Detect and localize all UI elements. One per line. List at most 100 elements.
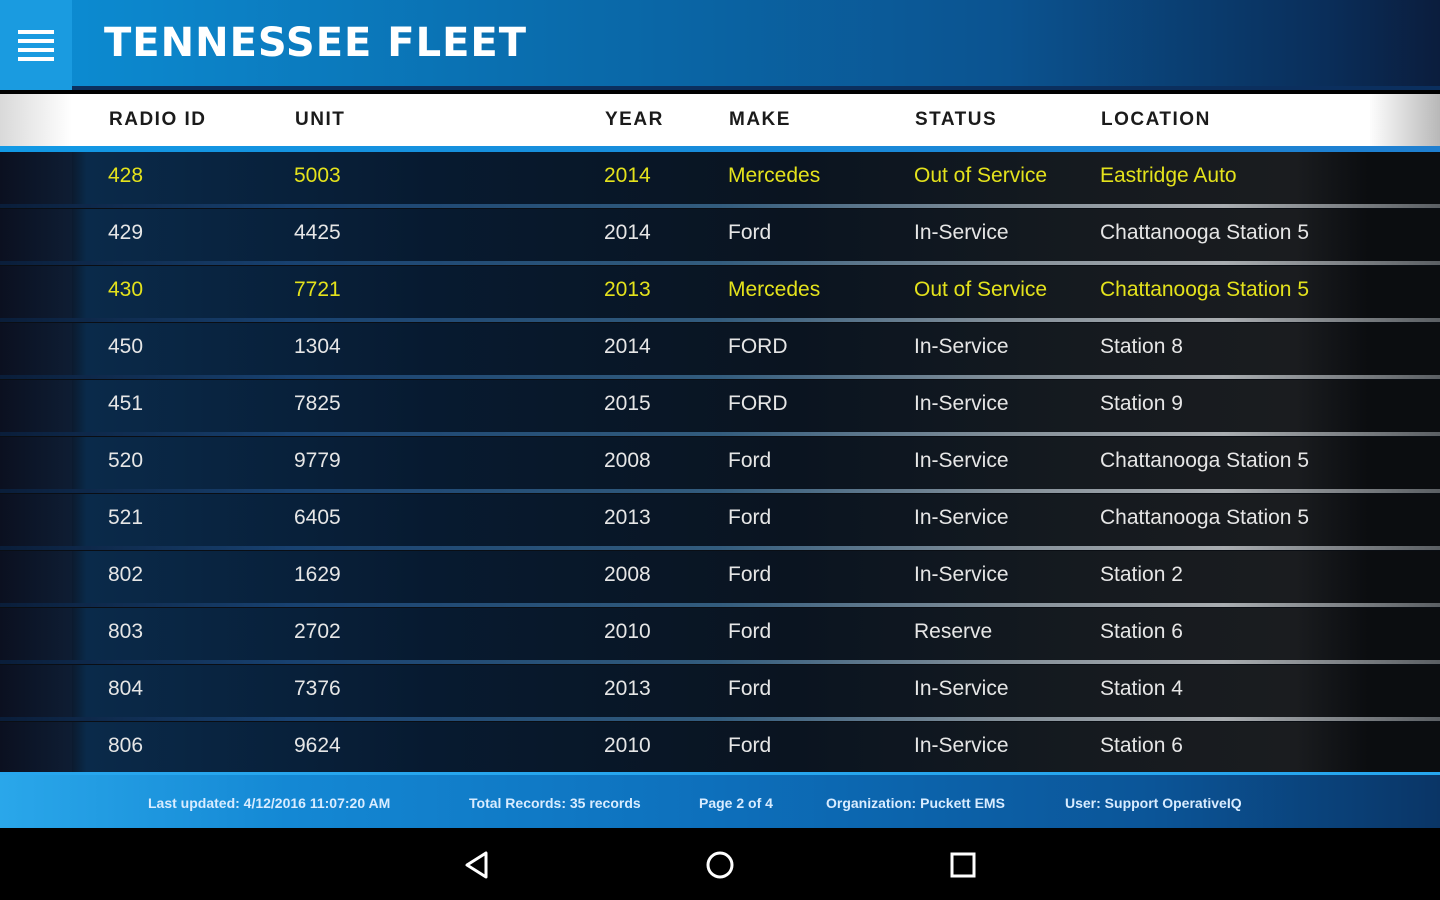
cell-radio-id: 521 [108, 506, 144, 529]
cell-make: Ford [728, 506, 772, 529]
cell-make: Ford [728, 734, 772, 757]
fleet-table: 428 5003 2014 Mercedes Out of Service Eastrid… [0, 152, 1440, 774]
cell-year: 2014 [604, 164, 651, 187]
cell-unit: 5003 [294, 164, 341, 187]
cell-radio-id: 428 [108, 164, 144, 187]
cell-year: 2008 [604, 563, 651, 586]
cell-radio-id: 802 [108, 563, 144, 586]
cell-status: In-Service [914, 335, 1009, 358]
table-row[interactable]: 520 9779 2008 Ford In-Service Chattanooga Sta… [0, 437, 1440, 489]
cell-make: Ford [728, 620, 772, 643]
cell-unit: 6405 [294, 506, 341, 529]
cell-location: Chattanooga Station 5 [1100, 506, 1309, 529]
column-header-make[interactable]: MAKE [729, 109, 791, 131]
cell-radio-id: 803 [108, 620, 144, 643]
column-header-unit[interactable]: UNIT [295, 109, 345, 131]
page-indicator: Page 2 of 4 [699, 795, 773, 811]
cell-status: In-Service [914, 563, 1009, 586]
row-divider [0, 603, 1440, 607]
cell-make: Ford [728, 221, 772, 244]
row-divider [0, 432, 1440, 436]
cell-make: FORD [728, 392, 788, 415]
cell-make: Mercedes [728, 278, 821, 301]
table-row[interactable]: 428 5003 2014 Mercedes Out of Service Eastrid… [0, 152, 1440, 204]
cell-status: In-Service [914, 221, 1009, 244]
home-circle-icon[interactable] [703, 848, 737, 882]
table-row[interactable]: 430 7721 2013 Mercedes Out of Service Chattan… [0, 266, 1440, 318]
column-header-year[interactable]: YEAR [605, 109, 664, 131]
cell-year: 2008 [604, 449, 651, 472]
cell-radio-id: 451 [108, 392, 144, 415]
row-divider [0, 261, 1440, 265]
cell-location: Chattanooga Station 5 [1100, 449, 1309, 472]
cell-location: Station 9 [1100, 392, 1183, 415]
table-row[interactable]: 429 4425 2014 Ford In-Service Chattanooga Sta… [0, 209, 1440, 261]
cell-location: Chattanooga Station 5 [1100, 221, 1309, 244]
cell-location: Station 4 [1100, 677, 1183, 700]
column-header-status[interactable]: STATUS [915, 109, 997, 131]
cell-year: 2015 [604, 392, 651, 415]
user-text: User: Support OperativeIQ [1065, 795, 1242, 811]
table-row[interactable]: 451 7825 2015 FORD In-Service Station 9 [0, 380, 1440, 432]
page-title: TENNESSEE FLEET [104, 20, 528, 66]
cell-year: 2010 [604, 734, 651, 757]
cell-unit: 9779 [294, 449, 341, 472]
cell-year: 2013 [604, 677, 651, 700]
cell-year: 2014 [604, 335, 651, 358]
cell-location: Station 6 [1100, 620, 1183, 643]
cell-status: Out of Service [914, 164, 1048, 187]
status-footer: Last updated: 4/12/2016 11:07:20 AM Tota… [0, 772, 1440, 828]
cell-unit: 9624 [294, 734, 341, 757]
cell-radio-id: 806 [108, 734, 144, 757]
last-updated-text: Last updated: 4/12/2016 11:07:20 AM [148, 795, 391, 811]
cell-year: 2013 [604, 278, 651, 301]
cell-location: Chattanooga Station 5 [1100, 278, 1309, 301]
cell-location: Station 8 [1100, 335, 1183, 358]
cell-unit: 2702 [294, 620, 341, 643]
column-header-bar: RADIO ID UNIT YEAR MAKE STATUS LOCATION [0, 94, 1440, 146]
cell-unit: 7376 [294, 677, 341, 700]
cell-unit: 7721 [294, 278, 341, 301]
organization-text: Organization: Puckett EMS [826, 795, 1005, 811]
back-triangle-icon[interactable] [460, 848, 494, 882]
cell-make: FORD [728, 335, 788, 358]
cell-unit: 4425 [294, 221, 341, 244]
column-header-radio-id[interactable]: RADIO ID [109, 109, 207, 131]
cell-year: 2010 [604, 620, 651, 643]
cell-status: Out of Service [914, 278, 1048, 301]
cell-status: In-Service [914, 734, 1009, 757]
android-nav-bar [0, 828, 1440, 900]
row-divider [0, 318, 1440, 322]
cell-location: Station 2 [1100, 563, 1183, 586]
cell-status: In-Service [914, 392, 1009, 415]
column-header-location[interactable]: LOCATION [1101, 109, 1211, 131]
row-divider [0, 375, 1440, 379]
cell-status: In-Service [914, 449, 1009, 472]
table-row[interactable]: 521 6405 2013 Ford In-Service Chattanooga Sta… [0, 494, 1440, 546]
table-row[interactable]: 806 9624 2010 Ford In-Service Station 6 [0, 722, 1440, 774]
table-row[interactable]: 804 7376 2013 Ford In-Service Station 4 [0, 665, 1440, 717]
cell-unit: 1629 [294, 563, 341, 586]
cell-make: Ford [728, 449, 772, 472]
row-divider [0, 546, 1440, 550]
cell-unit: 7825 [294, 392, 341, 415]
hamburger-menu-icon[interactable] [0, 0, 72, 90]
cell-status: In-Service [914, 506, 1009, 529]
row-divider [0, 717, 1440, 721]
table-row[interactable]: 450 1304 2014 FORD In-Service Station 8 [0, 323, 1440, 375]
cell-radio-id: 430 [108, 278, 144, 301]
cell-radio-id: 520 [108, 449, 144, 472]
cell-status: Reserve [914, 620, 993, 643]
cell-year: 2013 [604, 506, 651, 529]
table-row[interactable]: 802 1629 2008 Ford In-Service Station 2 [0, 551, 1440, 603]
cell-make: Ford [728, 677, 772, 700]
row-divider [0, 489, 1440, 493]
app-header: TENNESSEE FLEET [0, 0, 1440, 90]
cell-radio-id: 450 [108, 335, 144, 358]
total-records-text: Total Records: 35 records [469, 795, 641, 811]
cell-make: Mercedes [728, 164, 821, 187]
cell-location: Station 6 [1100, 734, 1183, 757]
recents-square-icon[interactable] [946, 848, 980, 882]
row-divider [0, 204, 1440, 208]
table-row[interactable]: 803 2702 2010 Ford Reserve Station 6 [0, 608, 1440, 660]
